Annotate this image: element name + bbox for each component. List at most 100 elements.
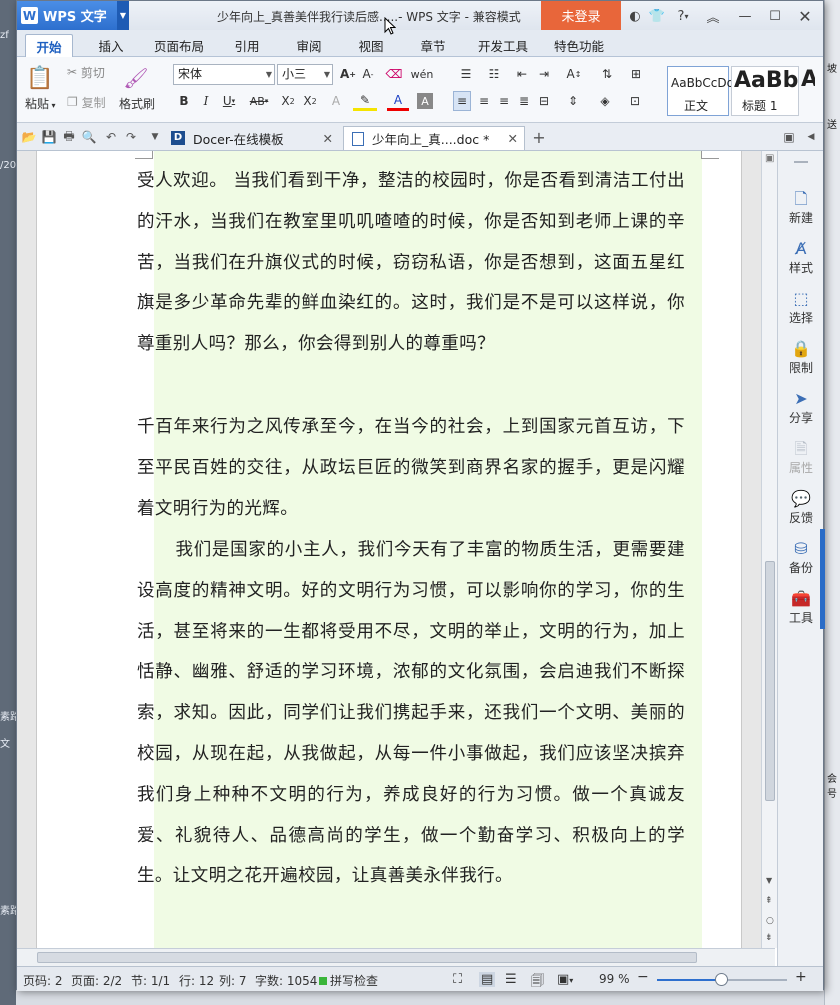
align-center-icon[interactable]: ≡ <box>475 91 493 111</box>
side-style-button[interactable]: A̸ 样式 <box>778 235 824 279</box>
font-size-select[interactable]: 小三 ▼ <box>277 64 333 85</box>
zoom-out-icon[interactable]: − <box>637 969 649 985</box>
numbered-list-icon[interactable]: ☷ <box>481 64 507 84</box>
side-new-button[interactable]: 🗋 新建 <box>778 185 824 229</box>
vertical-scrollbar[interactable]: ▣ ▼ ⇞ ○ ⇟ <box>761 151 777 948</box>
collapse-icon[interactable]: ◀ <box>803 129 819 145</box>
side-share-button[interactable]: ➤ 分享 <box>778 385 824 429</box>
superscript-icon[interactable]: X2 <box>279 91 297 111</box>
phonetic-icon[interactable]: wén <box>409 64 435 84</box>
format-painter-button[interactable]: 格式刷 <box>119 95 155 112</box>
zoom-slider[interactable] <box>657 973 787 986</box>
login-button[interactable]: 未登录 <box>541 1 621 30</box>
scroll-down-icon[interactable]: ▼ <box>766 876 772 885</box>
save-icon[interactable]: 💾 <box>41 129 57 145</box>
increase-indent-icon[interactable]: ⇥ <box>535 64 553 84</box>
side-select-button[interactable]: ⬚ 选择 <box>778 285 824 329</box>
style-heading-1[interactable]: AaBb 标题 1 <box>731 66 799 116</box>
clear-format-icon[interactable]: ⌫ <box>385 64 403 84</box>
row-info[interactable]: 行: 12 <box>179 972 214 989</box>
tab-developer[interactable]: 开发工具 <box>471 34 535 57</box>
outline-view-icon[interactable]: ☰ <box>505 972 517 987</box>
decrease-indent-icon[interactable]: ⇤ <box>513 64 531 84</box>
shirt-icon[interactable]: 👕 <box>647 6 667 26</box>
scroll-thumb[interactable] <box>37 952 697 963</box>
print-preview-icon[interactable]: 🔍 <box>81 129 97 145</box>
page-count[interactable]: 页面: 2/2 <box>71 972 122 989</box>
side-properties-button[interactable]: 🗎 属性 <box>778 435 824 479</box>
print-icon[interactable]: 🖶 <box>61 129 77 145</box>
fullscreen-icon[interactable]: ⛶ <box>453 972 462 987</box>
bold-icon[interactable]: B <box>175 91 193 111</box>
wps-menu-button[interactable]: W WPS 文字 ▼ <box>17 1 129 30</box>
column-info[interactable]: 列: 7 <box>219 972 247 989</box>
align-left-icon[interactable]: ≡ <box>453 91 471 111</box>
align-right-icon[interactable]: ≡ <box>495 91 513 111</box>
tab-references[interactable]: 引用 <box>223 34 271 57</box>
body-paragraph[interactable]: 受人欢迎。 当我们看到干净，整洁的校园时，你是否看到清洁工付出的汗水，当我们在教… <box>137 161 685 365</box>
spell-check-toggle[interactable]: 拼写检查 <box>319 972 378 989</box>
sort-icon[interactable]: ⇅ <box>595 64 619 84</box>
section-info[interactable]: 节: 1/1 <box>131 972 170 989</box>
side-panel-handle[interactable] <box>820 529 825 629</box>
redo-icon[interactable]: ↷ <box>123 129 139 145</box>
collapse-ribbon-icon[interactable]: ︽ <box>703 6 723 26</box>
tab-insert[interactable]: 插入 <box>87 34 135 57</box>
body-paragraph[interactable]: 我们是国家的小主人，我们今天有了丰富的物质生活，更需要建设高度的精神文明。好的文… <box>137 530 685 897</box>
cut-button[interactable]: ✂ 剪切 <box>67 63 105 81</box>
highlight-icon[interactable]: ✎ <box>353 91 377 111</box>
justify-icon[interactable]: ≣ <box>515 91 533 111</box>
next-page-icon[interactable]: ⇟ <box>765 933 773 943</box>
minimize-icon[interactable]: — <box>735 6 755 26</box>
word-count[interactable]: 字数: 1054 <box>255 972 317 989</box>
page-number[interactable]: 页码: 2 <box>23 972 63 989</box>
side-backup-button[interactable]: ⛁ 备份 <box>778 535 824 579</box>
tab-view[interactable]: 视图 <box>347 34 395 57</box>
body-paragraph[interactable]: 千百年来行为之风传承至今，在当今的社会，上到国家元首互访，下至平民百姓的交往，从… <box>137 407 685 529</box>
side-restrict-button[interactable]: 🔒 限制 <box>778 335 824 379</box>
reading-view-icon[interactable]: ▣▾ <box>557 972 573 987</box>
new-tab-icon[interactable]: + <box>531 128 547 147</box>
bullet-list-icon[interactable]: ☰ <box>453 64 479 84</box>
line-spacing-icon[interactable]: ⇕ <box>561 91 585 111</box>
font-color-icon[interactable]: A <box>387 91 409 111</box>
tab-page-layout[interactable]: 页面布局 <box>147 34 211 57</box>
prev-page-icon[interactable]: ⇞ <box>765 896 773 906</box>
zoom-slider-knob[interactable] <box>715 973 728 986</box>
tab-review[interactable]: 审阅 <box>285 34 333 57</box>
close-icon[interactable]: ✕ <box>323 131 333 146</box>
doc-tab-docer[interactable]: D Docer-在线模板 ✕ <box>165 126 339 150</box>
zoom-in-icon[interactable]: + <box>795 969 807 985</box>
shading-icon[interactable]: ◈ <box>593 91 617 111</box>
char-shading-icon[interactable]: A <box>417 93 433 109</box>
select-browse-icon[interactable]: ○ <box>766 916 774 926</box>
horizontal-scrollbar[interactable] <box>17 948 775 966</box>
side-tools-button[interactable]: 🧰 工具 <box>778 585 824 629</box>
tab-special[interactable]: 特色功能 <box>547 34 611 57</box>
distribute-icon[interactable]: ⊟ <box>535 91 553 111</box>
undo-icon[interactable]: ↶ <box>103 129 119 145</box>
maximize-icon[interactable]: ☐ <box>765 6 785 26</box>
text-effect-icon[interactable]: A <box>327 91 345 111</box>
help-icon[interactable]: ? ▾ <box>671 6 695 26</box>
tab-chapter[interactable]: 章节 <box>409 34 457 57</box>
window-icon[interactable]: ▣ <box>781 129 797 145</box>
style-normal[interactable]: AaBbCcDd 正文 <box>667 66 734 116</box>
web-view-icon[interactable]: 🗐 <box>531 972 544 994</box>
page-view-icon[interactable]: ▤ <box>479 972 496 987</box>
close-icon[interactable]: ✕ <box>508 131 518 146</box>
paste-icon[interactable]: 📋 <box>25 63 55 93</box>
paste-button[interactable]: 粘贴 ▾ <box>25 95 56 112</box>
zoom-level[interactable]: 99 % <box>599 972 630 986</box>
subscript-icon[interactable]: X2 <box>301 91 319 111</box>
copy-button[interactable]: ❐ 复制 <box>67 93 106 111</box>
italic-icon[interactable]: I <box>197 91 215 111</box>
format-painter-icon[interactable]: 🖌 <box>121 63 151 93</box>
side-feedback-button[interactable]: 💬 反馈 <box>778 485 824 529</box>
customize-toolbar-icon[interactable]: ▼ <box>147 129 163 145</box>
split-icon[interactable]: ▣ <box>765 153 774 164</box>
chevron-down-icon[interactable]: ▼ <box>117 1 129 30</box>
grow-font-icon[interactable]: A + <box>339 64 357 84</box>
skin-icon[interactable]: ◐ <box>625 6 645 26</box>
doc-tab-current[interactable]: 少年向上_真....doc * ✕ <box>343 126 525 150</box>
